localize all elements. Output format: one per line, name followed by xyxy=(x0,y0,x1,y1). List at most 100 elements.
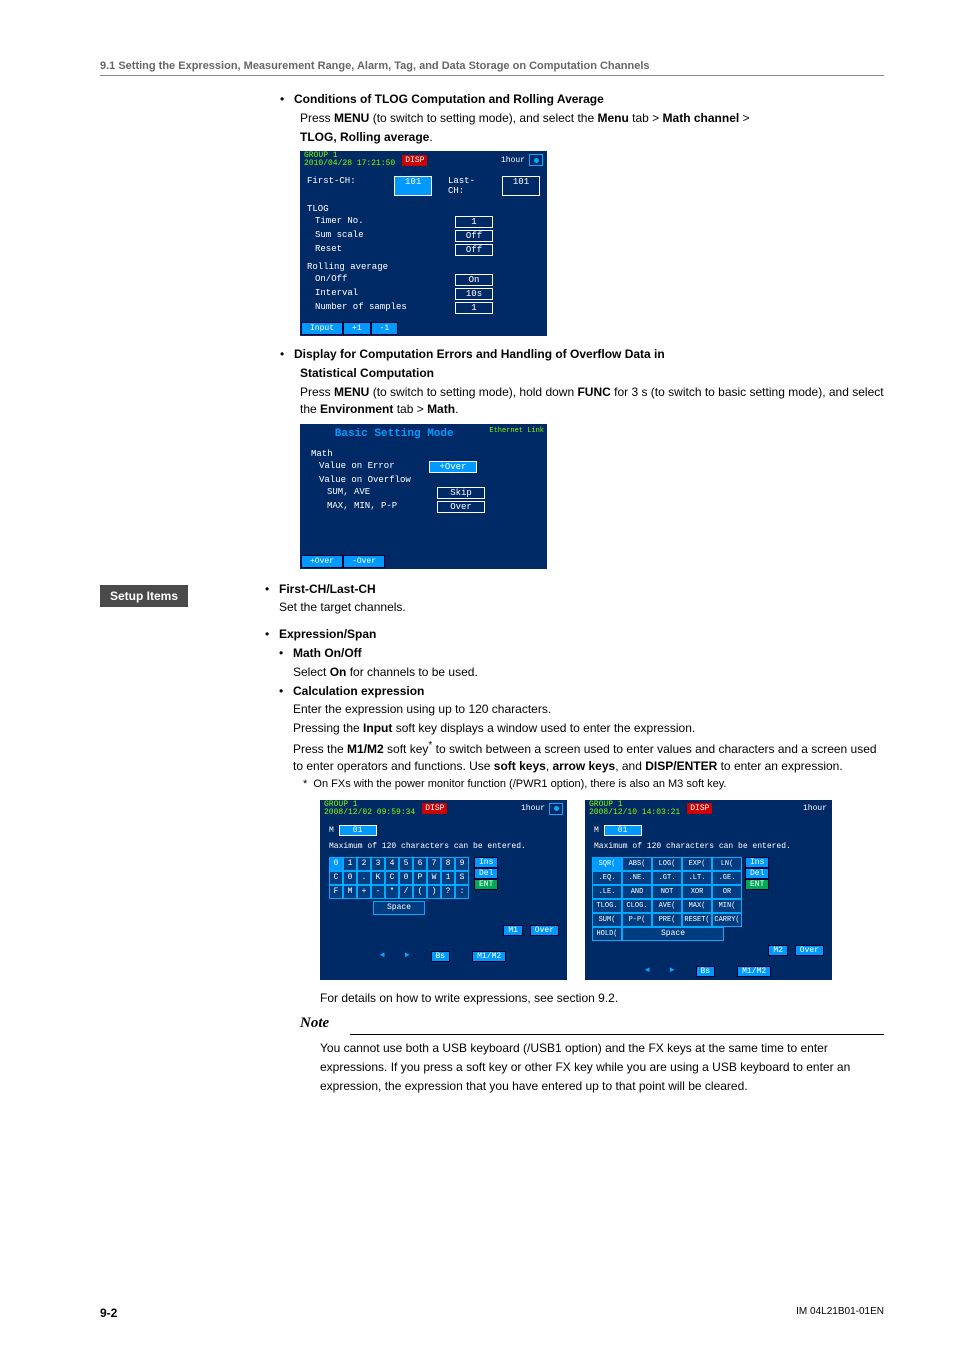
max-min-value[interactable]: Over xyxy=(437,501,485,513)
soft-key-plus-over[interactable]: +Over xyxy=(301,555,343,568)
t: Press xyxy=(300,111,334,125)
first-ch-label: First-CH: xyxy=(307,176,394,196)
menu-tab: Menu xyxy=(597,111,628,125)
over-button[interactable]: Over xyxy=(530,925,559,936)
input-key: Input xyxy=(363,721,392,735)
arrow-left-icon[interactable]: ◄ xyxy=(380,951,385,962)
soft-key-minus-over[interactable]: -Over xyxy=(343,555,385,568)
section-header: 9.1 Setting the Expression, Measurement … xyxy=(100,60,884,76)
keypad-chars[interactable]: 0123456789C0.KC0PW1SFM+-*/()?: xyxy=(329,857,469,899)
last-ch-value[interactable]: 101 xyxy=(502,176,540,196)
sum-scale-value[interactable]: Off xyxy=(455,230,493,242)
val-error-value[interactable]: +Over xyxy=(429,461,477,473)
soft-key-minus1[interactable]: -1 xyxy=(371,322,399,335)
arrow-right-icon[interactable]: ► xyxy=(405,951,410,962)
footnote: * On FXs with the power monitor function… xyxy=(265,777,884,792)
expr-span-title: Expression/Span xyxy=(279,627,376,641)
screenshot-input-ops: GROUP 12008/12/10 14:03:21 DISP 1hour M … xyxy=(585,800,832,980)
record-icon xyxy=(549,803,563,815)
cond-text: Press MENU (to switch to setting mode), … xyxy=(100,110,884,127)
first-last-row: •First-CH/Last-CH xyxy=(265,581,884,598)
ent-button[interactable]: ENT xyxy=(745,879,769,890)
disp-title1: Display for Computation Errors and Handl… xyxy=(294,347,665,361)
note-title: Note xyxy=(300,1015,884,1032)
calc-expr-title: Calculation expression xyxy=(293,684,424,698)
rolling-section: Rolling average xyxy=(307,262,540,272)
disp-icon: DISP xyxy=(687,803,712,814)
soft-keys-label: soft keys xyxy=(494,759,546,773)
t: > xyxy=(739,111,749,125)
menu-key: MENU xyxy=(334,111,369,125)
hour-label: 1hour xyxy=(497,156,529,165)
tlog-section: TLOG xyxy=(307,204,540,214)
disp-icon: DISP xyxy=(422,803,447,814)
t: tab > xyxy=(393,402,427,416)
math-ch: Math channel xyxy=(663,111,740,125)
sum-ave-value[interactable]: Skip xyxy=(437,487,485,499)
arrow-left-icon[interactable]: ◄ xyxy=(645,966,650,977)
m2-button[interactable]: M2 xyxy=(768,945,788,956)
del-button[interactable]: Del xyxy=(474,868,498,879)
arrow-keys-label: arrow keys xyxy=(553,759,616,773)
reset-value[interactable]: Off xyxy=(455,244,493,256)
details-text: For details on how to write expressions,… xyxy=(100,990,884,1007)
record-icon xyxy=(529,154,543,166)
math-onoff-text: Select On for channels to be used. xyxy=(265,664,884,681)
screenshot-tlog: GROUP 12010/04/28 17:21:50 DISP 1hour Fi… xyxy=(300,151,547,336)
t: (to switch to setting mode), hold down xyxy=(369,385,577,399)
note-rule xyxy=(350,1034,884,1035)
cond-text2: TLOG, Rolling average. xyxy=(100,129,884,146)
ins-button[interactable]: Ins xyxy=(745,857,769,868)
char-limit-msg: Maximum of 120 characters can be entered… xyxy=(588,838,829,855)
soft-key-plus1[interactable]: +1 xyxy=(343,322,371,335)
hour-label: 1hour xyxy=(799,804,831,813)
m1m2-button[interactable]: M1/M2 xyxy=(472,951,506,962)
reset-label: Reset xyxy=(307,244,425,256)
first-last-text: Set the target channels. xyxy=(265,599,884,616)
last-ch-label: Last-CH: xyxy=(448,176,482,196)
ins-button[interactable]: Ins xyxy=(474,857,498,868)
expr-field[interactable]: 01 xyxy=(339,825,377,836)
menu-key: MENU xyxy=(334,385,369,399)
group-label: GROUP 12008/12/02 09:59:34 xyxy=(321,801,418,817)
ethernet-icon: Ethernet Link xyxy=(487,425,546,437)
sum-ave-label: SUM, AVE xyxy=(311,487,437,499)
numsamp-value[interactable]: 1 xyxy=(455,302,493,314)
screenshot-basic-setting: Ethernet Link Basic Setting Mode Math Va… xyxy=(300,424,547,569)
val-error-label: Value on Error xyxy=(311,461,429,473)
cond-title-row: •Conditions of TLOG Computation and Roll… xyxy=(100,91,884,108)
over-button[interactable]: Over xyxy=(795,945,824,956)
timer-no-value[interactable]: 1 xyxy=(455,216,493,228)
interval-value[interactable]: 10s xyxy=(455,288,493,300)
disp-icon: DISP xyxy=(402,155,427,166)
shot1-topbar: GROUP 12010/04/28 17:21:50 DISP 1hour xyxy=(301,152,546,168)
char-limit-msg: Maximum of 120 characters can be entered… xyxy=(323,838,564,855)
onoff-value[interactable]: On xyxy=(455,274,493,286)
m1-button[interactable]: M1 xyxy=(503,925,523,936)
numsamp-label: Number of samples xyxy=(307,302,425,314)
t: (to switch to setting mode), and select … xyxy=(369,111,597,125)
math-onoff-title: Math On/Off xyxy=(293,646,362,660)
disp-title2: Statistical Computation xyxy=(100,365,884,382)
bs-button[interactable]: Bs xyxy=(431,951,451,962)
del-button[interactable]: Del xyxy=(745,868,769,879)
timer-no-label: Timer No. xyxy=(307,216,425,228)
func-key: FUNC xyxy=(577,385,610,399)
on-label: On xyxy=(330,665,347,679)
first-ch-value[interactable]: 101 xyxy=(394,176,432,196)
soft-key-input[interactable]: Input xyxy=(301,322,343,335)
expr-field[interactable]: 01 xyxy=(604,825,642,836)
m1m2-button[interactable]: M1/M2 xyxy=(737,966,771,977)
space-key[interactable]: Space xyxy=(373,901,425,915)
interval-label: Interval xyxy=(307,288,425,300)
t: tab > xyxy=(629,111,663,125)
math-section: Math xyxy=(311,449,536,459)
first-last-title: First-CH/Last-CH xyxy=(279,582,376,596)
bs-button[interactable]: Bs xyxy=(696,966,716,977)
sum-scale-label: Sum scale xyxy=(307,230,425,242)
arrow-right-icon[interactable]: ► xyxy=(670,966,675,977)
ent-button[interactable]: ENT xyxy=(474,879,498,890)
keypad-ops[interactable]: SQR(ABS(LOG(EXP(LN(.EQ..NE..GT..LT..GE..… xyxy=(592,857,742,941)
tlog-label: TLOG, Rolling average xyxy=(300,130,429,144)
hour-label: 1hour xyxy=(517,804,549,813)
